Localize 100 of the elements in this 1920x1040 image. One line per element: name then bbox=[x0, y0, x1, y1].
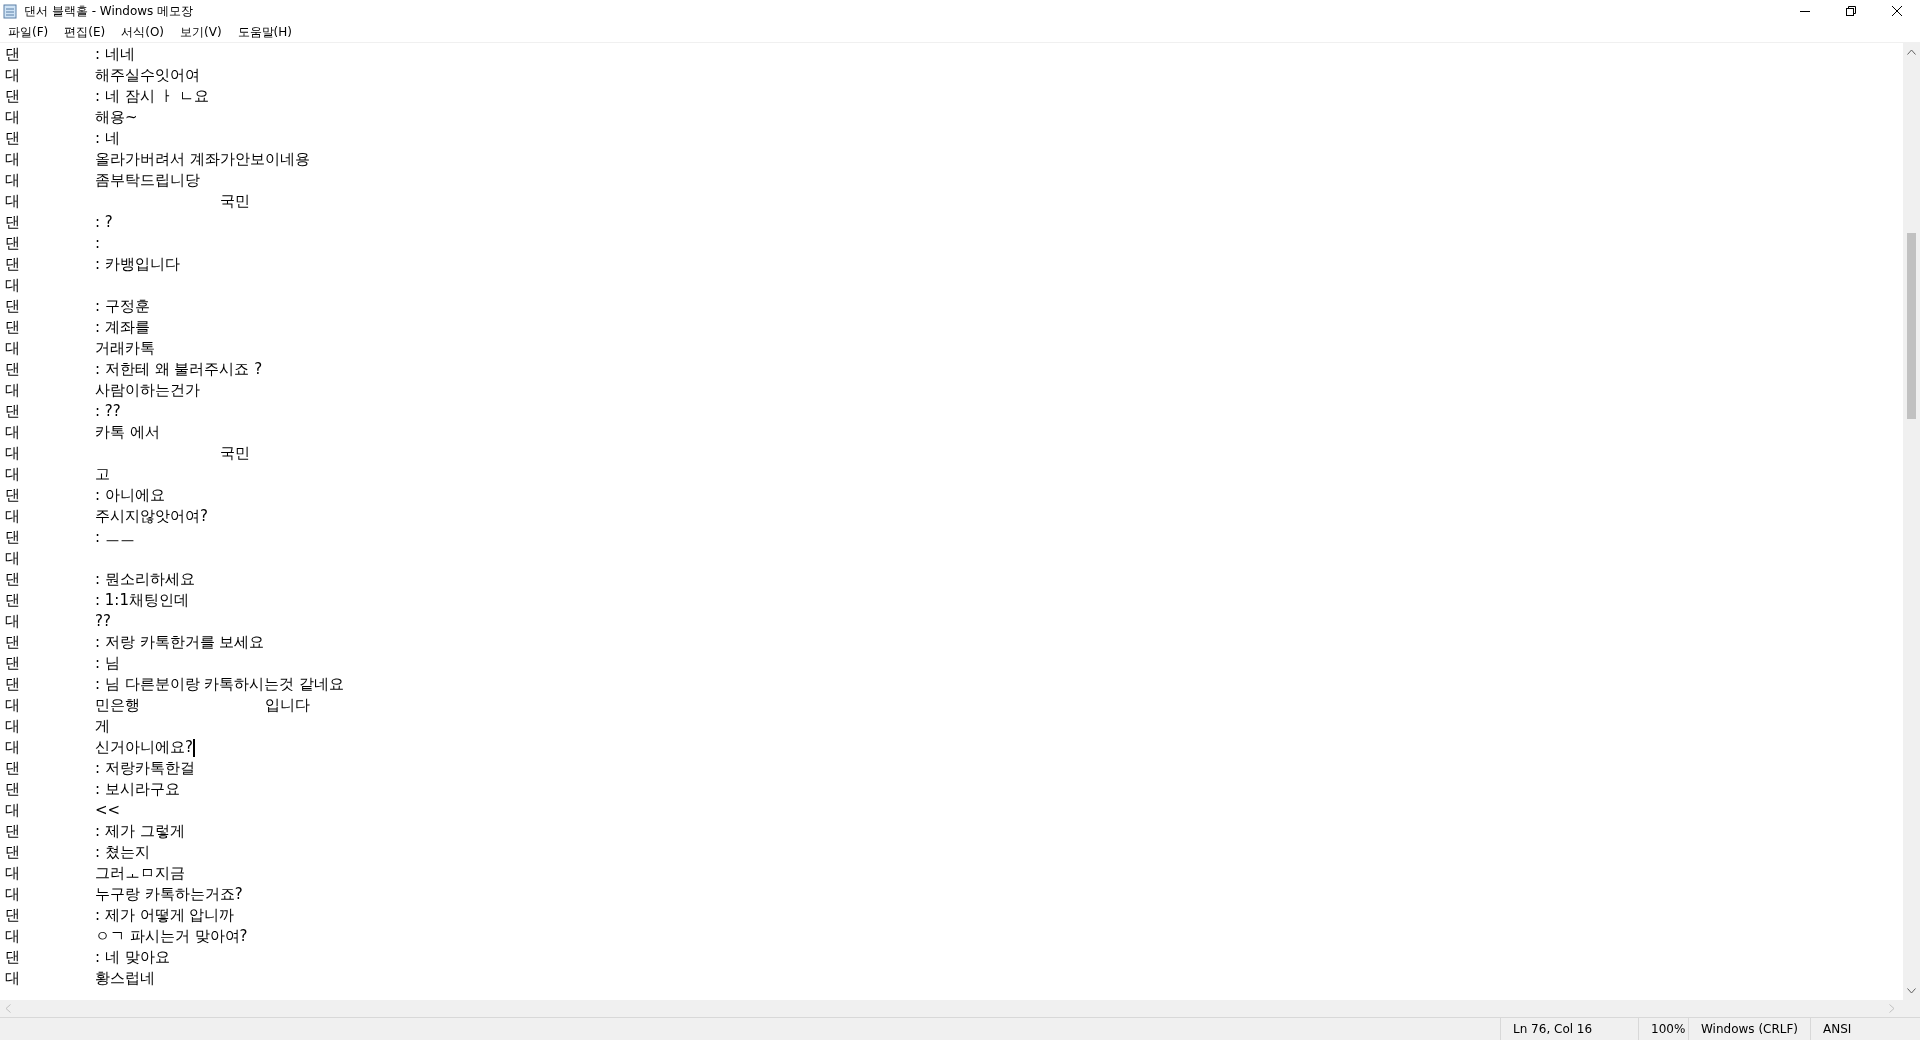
speaker-name: 댄 bbox=[5, 632, 21, 653]
chat-text: 누구랑 카톡하는거죠? bbox=[95, 884, 243, 905]
chat-text: : 아니에요 bbox=[95, 485, 165, 506]
speaker-name: 댄 bbox=[5, 758, 21, 779]
chat-text: : 카뱅입니다 bbox=[95, 254, 180, 275]
speaker-name: 댄 bbox=[5, 653, 21, 674]
speaker-name: 대 bbox=[5, 443, 21, 464]
chat-text: 입니다 bbox=[265, 695, 310, 716]
chat-text: : 네네 bbox=[95, 44, 135, 65]
chat-text: ?? bbox=[95, 611, 111, 632]
chat-text: 주시지않앗어여? bbox=[95, 506, 208, 527]
chat-text: : 님 다른분이랑 카톡하시는것 같네요 bbox=[95, 674, 345, 695]
speaker-name: 댄 bbox=[5, 947, 21, 968]
speaker-name: 대 bbox=[5, 464, 21, 485]
speaker-name: 댄 bbox=[5, 569, 21, 590]
chat-text: 신거아니에요? bbox=[95, 737, 193, 758]
chat-text: : 저한테 왜 불러주시죠 ? bbox=[95, 359, 263, 380]
horizontal-scrollbar[interactable] bbox=[0, 1000, 1920, 1017]
speaker-name: 대 bbox=[5, 380, 21, 401]
chat-text: 국민 bbox=[220, 443, 250, 464]
speaker-name: 댄 bbox=[5, 485, 21, 506]
restore-icon bbox=[1846, 6, 1856, 16]
chat-text: : 뭔소리하세요 bbox=[95, 569, 195, 590]
speaker-name: 댄 bbox=[5, 317, 21, 338]
chat-text: : 네 bbox=[95, 128, 120, 149]
menu-item[interactable]: 도움말(H) bbox=[231, 22, 298, 42]
scroll-up-icon[interactable] bbox=[1907, 49, 1916, 55]
chat-text: : 제가 어떻게 압니까 bbox=[95, 905, 235, 926]
speaker-name: 댄 bbox=[5, 128, 21, 149]
chat-text: : ?? bbox=[95, 401, 121, 422]
window-title: 댄서 블랙홀 - Windows 메모장 bbox=[24, 2, 194, 20]
speaker-name: 대 bbox=[5, 884, 21, 905]
speaker-name: 대 bbox=[5, 800, 21, 821]
speaker-name: 대 bbox=[5, 548, 21, 569]
chat-text: 국민 bbox=[220, 191, 250, 212]
menu-item[interactable]: 편집(E) bbox=[58, 22, 112, 42]
vertical-scrollbar[interactable] bbox=[1903, 43, 1920, 1000]
line-ending: Windows (CRLF) bbox=[1688, 1018, 1810, 1040]
speaker-name: 대 bbox=[5, 716, 21, 737]
scroll-down-icon[interactable] bbox=[1907, 988, 1916, 994]
scroll-right-icon[interactable] bbox=[1889, 1004, 1895, 1013]
chat-text: 황스럽네 bbox=[95, 968, 155, 989]
speaker-name: 대 bbox=[5, 863, 21, 884]
speaker-name: 댄 bbox=[5, 254, 21, 275]
speaker-name: 대 bbox=[5, 968, 21, 989]
speaker-name: 대 bbox=[5, 422, 21, 443]
speaker-name: 대 bbox=[5, 611, 21, 632]
chat-text: : 저랑카톡한걸 bbox=[95, 758, 195, 779]
speaker-name: 댄 bbox=[5, 590, 21, 611]
encoding: ANSI bbox=[1810, 1018, 1920, 1040]
chat-text: 해용~ bbox=[95, 107, 138, 128]
speaker-name: 대 bbox=[5, 170, 21, 191]
speaker-name: 대 bbox=[5, 695, 21, 716]
speaker-name: 댄 bbox=[5, 233, 21, 254]
speaker-name: 대 bbox=[5, 191, 21, 212]
speaker-name: 댄 bbox=[5, 401, 21, 422]
scrollbar-thumb[interactable] bbox=[1907, 233, 1916, 419]
menu-item[interactable]: 서식(O) bbox=[115, 22, 171, 42]
chat-text: 사람이하는건가 bbox=[95, 380, 200, 401]
chat-text: 민은행 bbox=[95, 695, 140, 716]
speaker-name: 댄 bbox=[5, 842, 21, 863]
chat-text: 게 bbox=[95, 716, 110, 737]
speaker-name: 대 bbox=[5, 107, 21, 128]
speaker-name: 대 bbox=[5, 737, 21, 758]
chat-text: 해주실수잇어여 bbox=[95, 65, 200, 86]
chat-text: : 네 맞아요 bbox=[95, 947, 170, 968]
close-icon bbox=[1892, 6, 1902, 16]
chat-text: 고 bbox=[95, 464, 110, 485]
chat-text: 올라가버려서 계좌가안보이네용 bbox=[95, 149, 310, 170]
speaker-name: 댄 bbox=[5, 44, 21, 65]
speaker-name: 댄 bbox=[5, 86, 21, 107]
chat-text: : 보시라구요 bbox=[95, 779, 180, 800]
speaker-name: 대 bbox=[5, 65, 21, 86]
cursor-position: Ln 76, Col 16 bbox=[1500, 1018, 1638, 1040]
speaker-name: 대 bbox=[5, 506, 21, 527]
chat-text: : 1:1채팅인데 bbox=[95, 590, 189, 611]
speaker-name: 댄 bbox=[5, 821, 21, 842]
chat-text: : 쳤는지 bbox=[95, 842, 150, 863]
chat-text: ㅇㄱ 파시는거 맞아여? bbox=[95, 926, 248, 947]
speaker-name: 댄 bbox=[5, 905, 21, 926]
scroll-left-icon[interactable] bbox=[5, 1004, 11, 1013]
chat-text: 좀부탁드립니당 bbox=[95, 170, 200, 191]
chat-text: : ㅡㅡ bbox=[95, 527, 135, 548]
chat-text: 카톡 에서 bbox=[95, 422, 160, 443]
zoom-level: 100% bbox=[1638, 1018, 1688, 1040]
chat-text: : 계좌를 bbox=[95, 317, 150, 338]
notepad-icon bbox=[2, 3, 18, 19]
speaker-name: 댄 bbox=[5, 212, 21, 233]
speaker-name: 대 bbox=[5, 338, 21, 359]
speaker-name: 대 bbox=[5, 149, 21, 170]
menu-item[interactable]: 파일(F) bbox=[2, 22, 55, 42]
menu-item[interactable]: 보기(V) bbox=[174, 22, 228, 42]
chat-text: : 님 bbox=[95, 653, 120, 674]
speaker-name: 댄 bbox=[5, 527, 21, 548]
speaker-name: 대 bbox=[5, 275, 21, 296]
speaker-name: 댄 bbox=[5, 779, 21, 800]
chat-text: : 네 잠시 ㅏ ㄴ요 bbox=[95, 86, 210, 107]
chat-text: : ? bbox=[95, 212, 113, 233]
chat-text: : 저랑 카톡한거를 보세요 bbox=[95, 632, 265, 653]
chat-text: : bbox=[95, 233, 101, 254]
